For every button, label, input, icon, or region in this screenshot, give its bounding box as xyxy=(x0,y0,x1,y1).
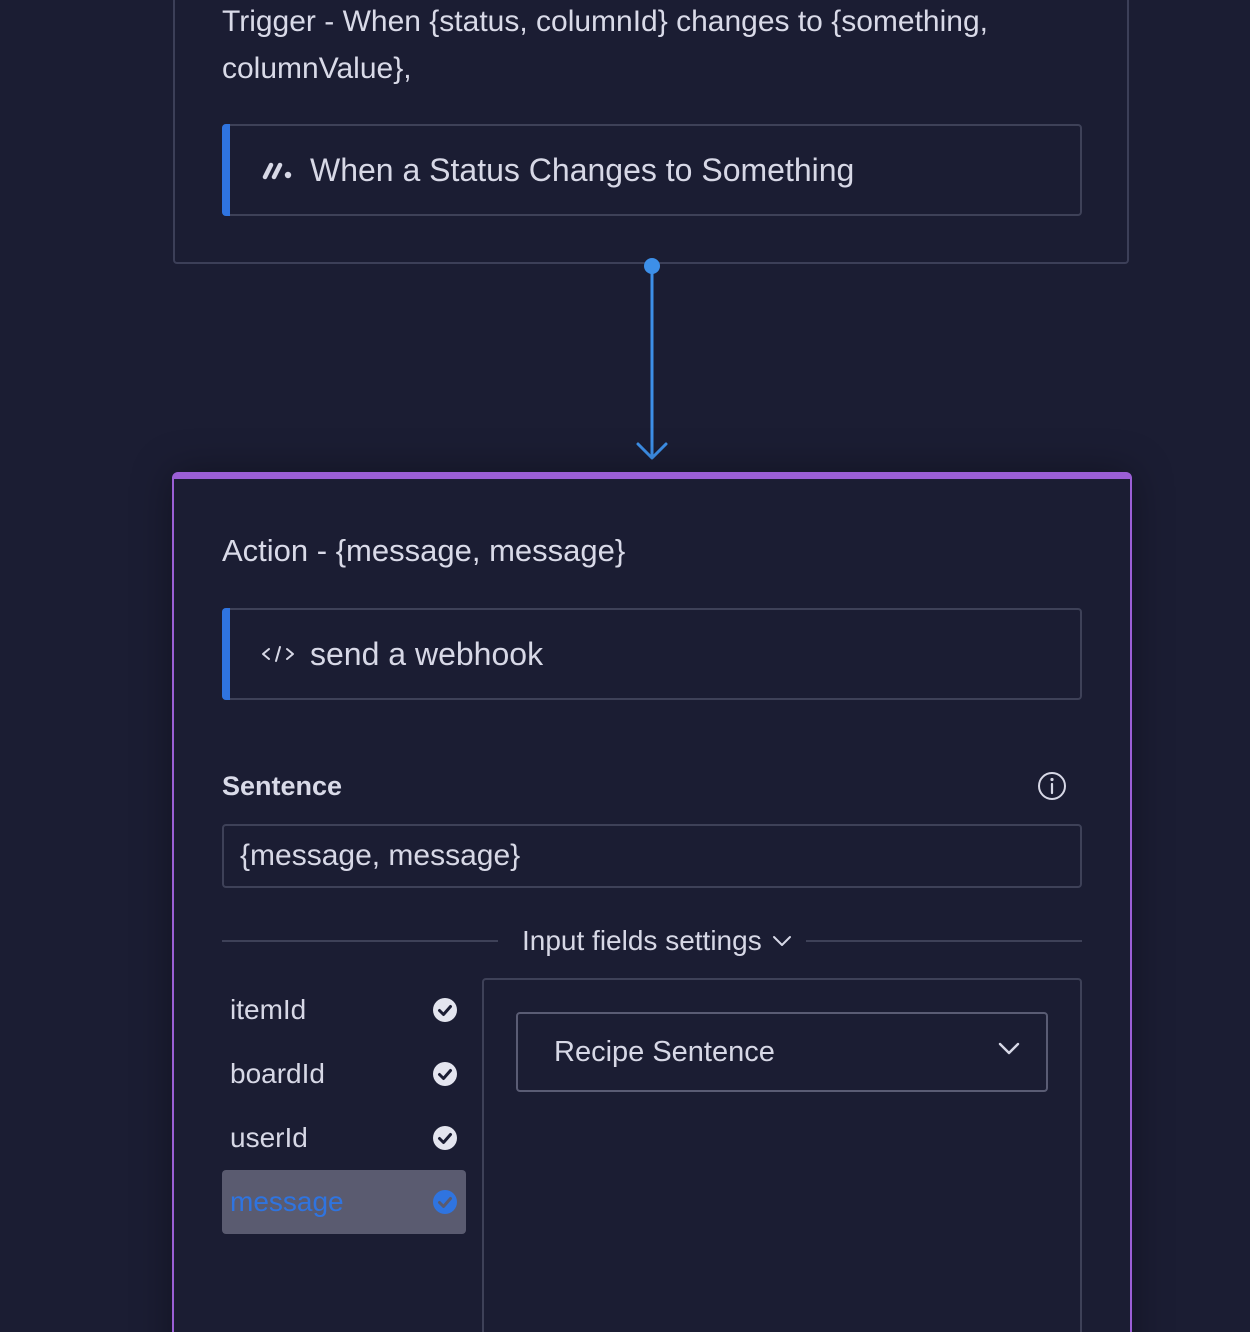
check-circle-icon xyxy=(433,1190,457,1214)
input-fields-settings-label: Input fields settings xyxy=(522,925,762,956)
field-item-itemid[interactable]: itemId xyxy=(222,978,466,1042)
action-block-label: send a webhook xyxy=(310,636,544,672)
info-icon[interactable] xyxy=(1036,770,1068,802)
field-item-message[interactable]: message xyxy=(222,1170,466,1234)
monday-logo-icon xyxy=(260,126,296,214)
recipe-canvas: Trigger - When {status, columnId} change… xyxy=(0,0,1250,1332)
input-fields-settings-toggle[interactable]: Input fields settings xyxy=(522,920,792,962)
chevron-down-icon xyxy=(772,936,791,946)
code-icon xyxy=(260,610,296,698)
trigger-block-label: When a Status Changes to Something xyxy=(310,152,855,188)
trigger-block-accent xyxy=(222,124,230,216)
chevron-down-icon xyxy=(998,1042,1020,1055)
field-item-label: userId xyxy=(230,1122,308,1153)
check-circle-icon xyxy=(433,998,457,1022)
divider-right xyxy=(806,940,1082,942)
field-item-label: boardId xyxy=(230,1058,325,1089)
action-title: Action - {message, message} xyxy=(222,533,626,568)
field-item-userid[interactable]: userId xyxy=(222,1106,466,1170)
action-block[interactable]: send a webhook xyxy=(222,608,1082,700)
sentence-input[interactable] xyxy=(222,824,1082,888)
connector-arrow-icon xyxy=(636,258,668,460)
input-field-list: itemId boardId userId message xyxy=(222,978,466,1234)
field-item-boardid[interactable]: boardId xyxy=(222,1042,466,1106)
field-item-label: message xyxy=(230,1186,344,1217)
trigger-title: Trigger - When {status, columnId} change… xyxy=(222,5,988,85)
field-item-label: itemId xyxy=(230,994,307,1025)
trigger-block[interactable]: When a Status Changes to Something xyxy=(222,124,1082,216)
field-type-select-value: Recipe Sentence xyxy=(554,1035,775,1068)
action-block-accent xyxy=(222,608,230,700)
check-circle-icon xyxy=(433,1126,457,1150)
divider-left xyxy=(222,940,498,942)
sentence-label: Sentence xyxy=(222,771,343,801)
check-circle-icon xyxy=(433,1062,457,1086)
field-type-select[interactable]: Recipe Sentence xyxy=(516,1012,1048,1092)
